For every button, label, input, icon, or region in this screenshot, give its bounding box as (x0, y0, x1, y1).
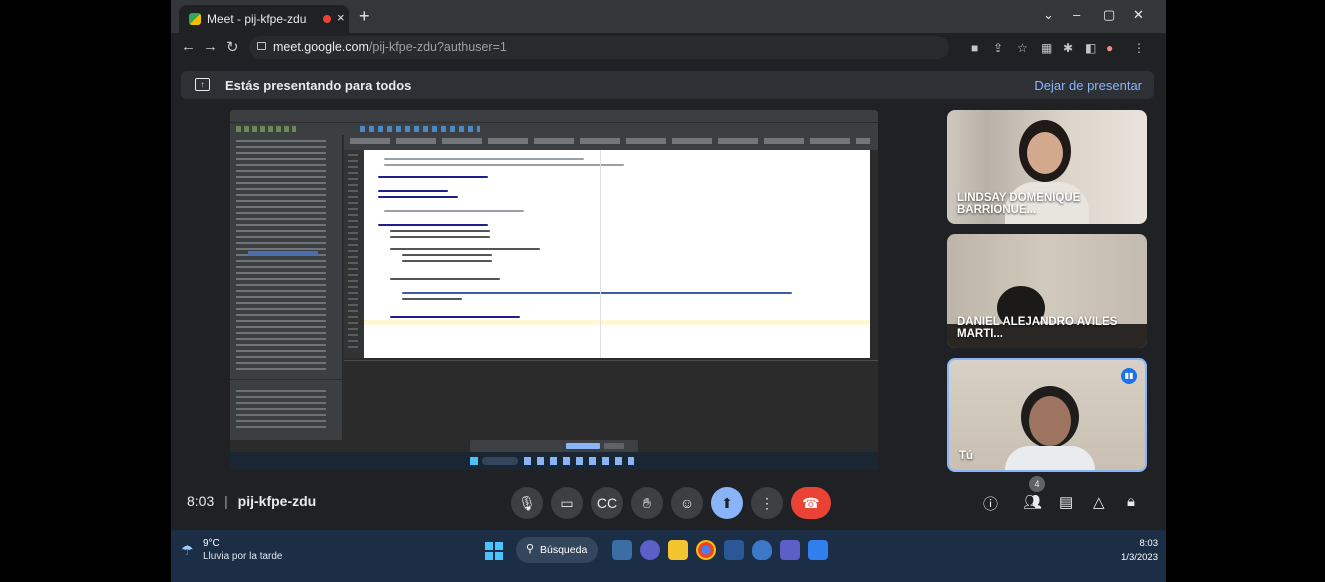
weather-condition: Lluvia por la tarde (203, 551, 283, 562)
reload-button[interactable]: ↻ (226, 38, 239, 56)
url-host: meet.google.com (273, 40, 369, 54)
participant-tile[interactable]: LINDSAY DOMENIQUE BARRIONUE... (947, 110, 1147, 224)
back-button[interactable]: ← (181, 38, 196, 55)
recording-indicator-icon (323, 15, 331, 23)
sharing-popup (470, 440, 638, 452)
captions-icon: CC (596, 495, 618, 511)
more-vert-icon: ⋮ (760, 495, 774, 511)
tab-close-button[interactable]: × (337, 10, 345, 25)
present-screen-icon: ↑ (195, 78, 210, 91)
browser-toolbar: ← → ↻ meet.google.com/pij-kfpe-zdu?authu… (171, 33, 1166, 63)
app-chrome-icon[interactable] (696, 540, 716, 560)
profile-avatar[interactable]: ● (1106, 41, 1113, 55)
taskbar-search[interactable]: ⚲ Búsqueda (516, 537, 598, 563)
side-panel-icon[interactable]: ◧ (1085, 41, 1096, 55)
microphone-icon: 🎙︎ (518, 495, 536, 511)
restore-button[interactable]: ▢ (1103, 7, 1115, 23)
puzzle-extensions-icon[interactable]: ✱ (1063, 41, 1073, 55)
shared-screen-preview (230, 110, 878, 470)
forward-button[interactable]: → (203, 38, 218, 55)
tab-title: Meet - pij-kfpe-zdu (207, 12, 307, 26)
search-icon: ⚲ (526, 543, 535, 555)
inner-taskbar (230, 452, 878, 470)
emoji-icon: ☺ (679, 495, 695, 511)
meet-area: ↑ Estás presentando para todos Dejar de … (171, 63, 1166, 530)
camera-in-use-icon[interactable]: ■ (971, 41, 978, 55)
raise-hand-button[interactable]: ✋︎ (631, 487, 663, 519)
participant-name: DANIEL ALEJANDRO AVILES MARTI... (957, 316, 1118, 340)
end-call-icon: ☎︎ (802, 495, 820, 511)
share-icon[interactable]: ⇪ (993, 41, 1003, 55)
people-icon[interactable]: 👥︎ (1023, 493, 1042, 511)
ide-project-panel (230, 134, 342, 379)
participant-face (1027, 132, 1063, 174)
leave-call-button[interactable]: ☎︎ (791, 487, 831, 519)
search-label: Búsqueda (540, 544, 588, 556)
lock-icon (257, 42, 266, 50)
weather-temp: 9°C (203, 538, 220, 549)
app-folder-icon[interactable] (668, 540, 688, 560)
present-now-button[interactable]: ⬆ (711, 487, 743, 519)
tab-search-icon[interactable]: ⌄ (1043, 7, 1054, 23)
ide-output-panel (344, 360, 878, 441)
extension-icon[interactable]: ▦ (1041, 41, 1052, 55)
meeting-time: 8:03 (187, 493, 215, 509)
app-teams-icon[interactable] (780, 540, 800, 560)
ide-line-gutter (344, 150, 364, 358)
meet-favicon-icon (189, 13, 201, 25)
participant-tile[interactable]: DANIEL ALEJANDRO AVILES MARTI... (947, 234, 1147, 348)
camera-icon: ▭ (560, 495, 574, 511)
speaking-indicator-icon: ▮▮ (1121, 368, 1137, 384)
participant-count-badge: 4 (1029, 476, 1045, 492)
minimize-button[interactable]: – (1073, 7, 1080, 22)
app-file-explorer-icon[interactable] (612, 540, 632, 560)
ide-navigator-panel (230, 380, 342, 440)
app-word-icon[interactable] (724, 540, 744, 560)
meeting-details-icon[interactable]: ⓘ (983, 493, 998, 514)
self-view-tile[interactable]: ▮▮ Tú (947, 358, 1147, 472)
rain-umbrella-icon: ☂ (181, 542, 194, 558)
more-options-button[interactable]: ⋮ (751, 487, 783, 519)
system-tray-clock[interactable]: 8:03 1/3/2023 (1121, 538, 1158, 563)
meeting-info: 8:03 | pij-kfpe-zdu (187, 493, 316, 509)
meeting-separator: | (224, 493, 228, 509)
presenting-text: Estás presentando para todos (225, 78, 412, 93)
present-screen-icon: ⬆ (721, 495, 733, 511)
captions-button[interactable]: CC (591, 487, 623, 519)
windows-taskbar: ☂ 9°C Lluvia por la tarde ⚲ Búsqueda 8:0… (171, 530, 1166, 582)
meeting-code: pij-kfpe-zdu (237, 493, 317, 509)
app-chat-icon[interactable] (640, 540, 660, 560)
participant-face (1029, 396, 1071, 446)
activities-icon[interactable]: △ (1093, 493, 1105, 511)
host-controls-icon[interactable]: 🔒︎ (1127, 493, 1135, 510)
raise-hand-icon: ✋︎ (643, 495, 651, 511)
taskbar-time: 8:03 (1139, 538, 1159, 549)
browser-tab-meet[interactable]: Meet - pij-kfpe-zdu × (179, 5, 349, 33)
new-tab-button[interactable]: + (359, 6, 370, 27)
close-window-button[interactable]: ✕ (1133, 7, 1144, 23)
app-netbeans-icon[interactable] (752, 540, 772, 560)
app-vscode-icon[interactable] (808, 540, 828, 560)
reactions-button[interactable]: ☺ (671, 487, 703, 519)
ide-editor-tabs (344, 134, 878, 150)
browser-menu-icon[interactable]: ⋮ (1133, 41, 1145, 55)
address-bar[interactable]: meet.google.com/pij-kfpe-zdu?authuser=1 (249, 36, 949, 59)
ide-code-editor (364, 150, 870, 358)
url-path: /pij-kfpe-zdu?authuser=1 (368, 40, 507, 54)
participant-name: LINDSAY DOMENIQUE BARRIONUE... (957, 192, 1081, 216)
browser-tab-strip: Meet - pij-kfpe-zdu × + ⌄ – ▢ ✕ (171, 0, 1166, 33)
start-button[interactable] (485, 542, 503, 560)
participant-name: Tú (959, 450, 974, 462)
chat-icon[interactable]: ▤ (1059, 493, 1073, 511)
camera-button[interactable]: ▭ (551, 487, 583, 519)
stop-presenting-button[interactable]: Dejar de presentar (1034, 78, 1142, 93)
screen: Meet - pij-kfpe-zdu × + ⌄ – ▢ ✕ ← → ↻ me… (171, 0, 1166, 582)
microphone-button[interactable]: 🎙︎ (511, 487, 543, 519)
ide-menu-bar (230, 110, 878, 122)
presenting-banner: ↑ Estás presentando para todos Dejar de … (181, 71, 1154, 99)
url-text: meet.google.com/pij-kfpe-zdu?authuser=1 (273, 40, 507, 54)
taskbar-date: 1/3/2023 (1121, 552, 1158, 563)
bookmark-star-icon[interactable]: ☆ (1017, 41, 1028, 55)
